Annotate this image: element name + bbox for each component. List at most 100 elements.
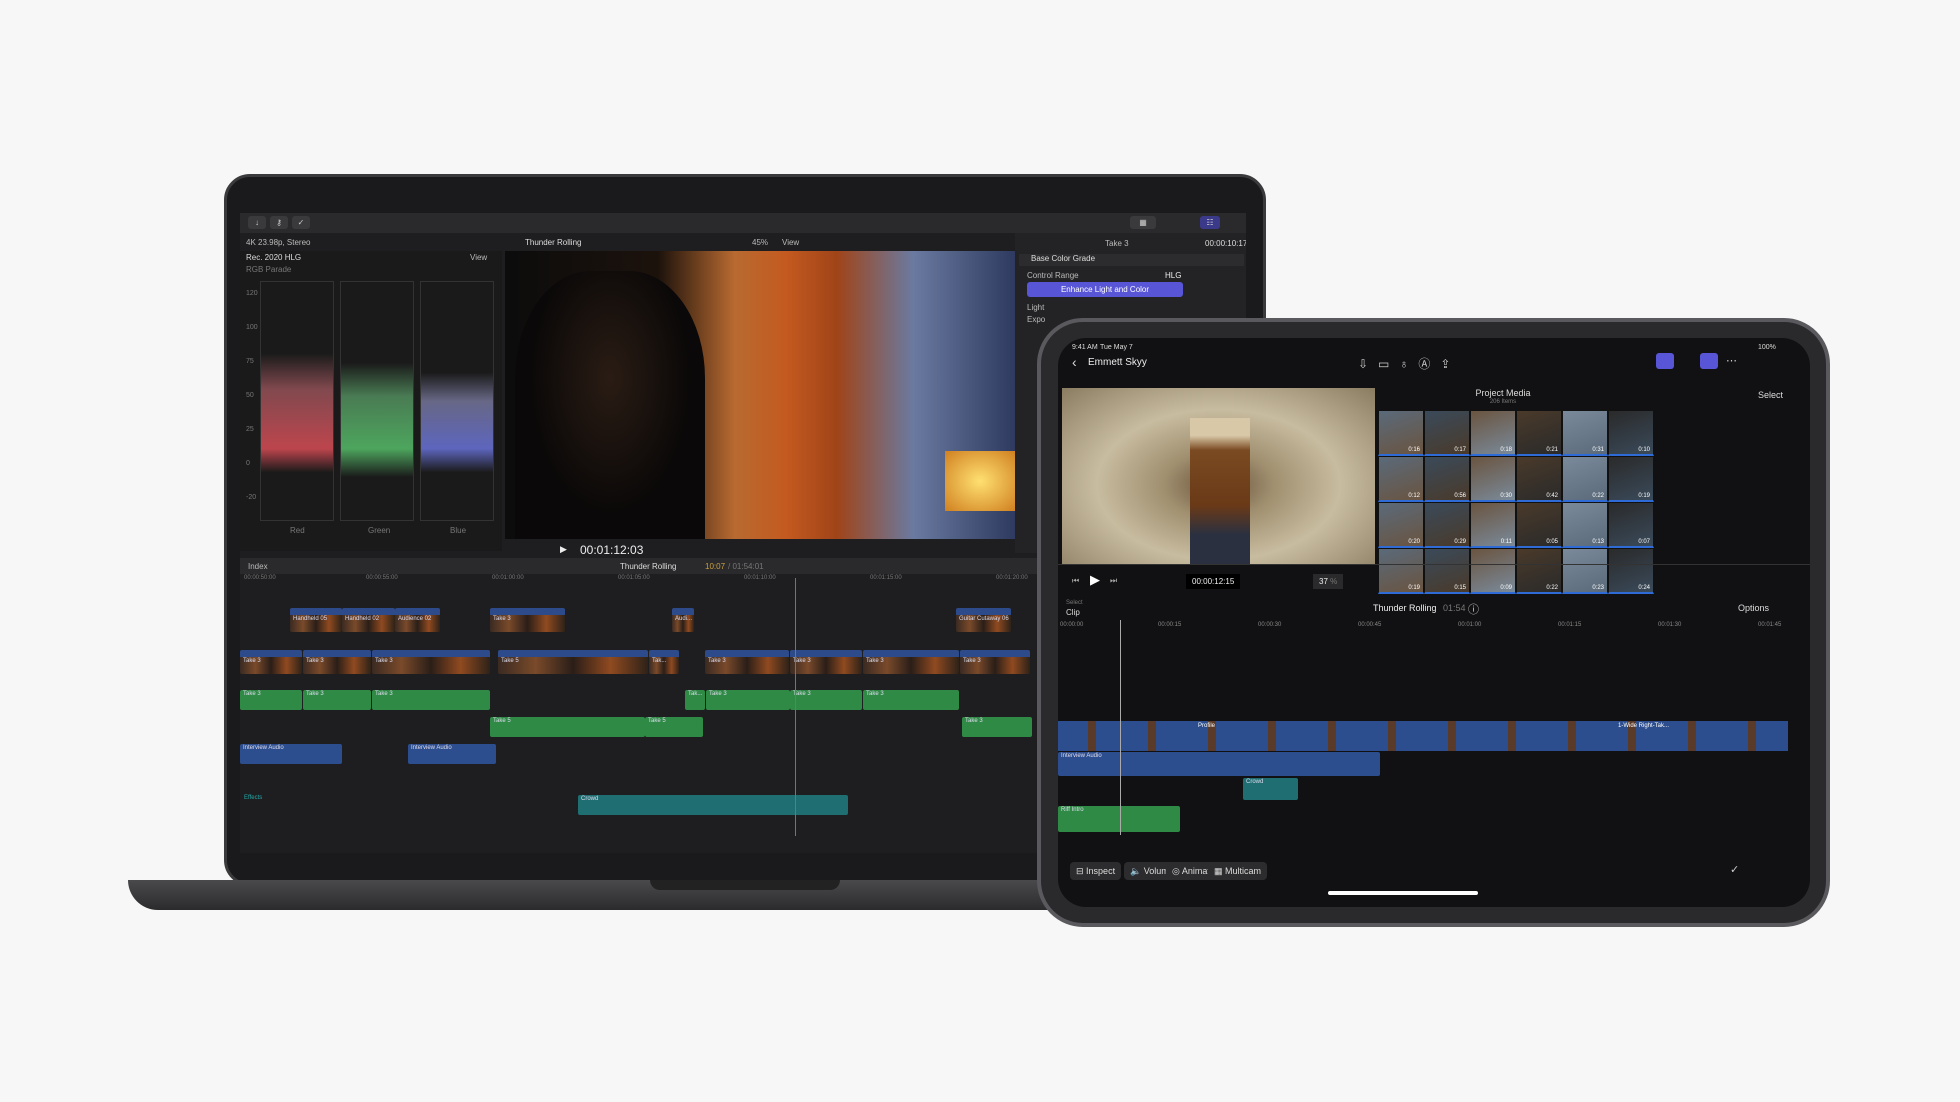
media-thumbnail[interactable]: 0:09 [1470, 548, 1516, 594]
green-label: Green [368, 526, 391, 535]
control-range-label: Control Range [1027, 271, 1079, 280]
playhead[interactable] [795, 578, 796, 836]
audio-clip[interactable]: Take 5 [490, 717, 645, 737]
audio-clip[interactable]: Take 3 [790, 690, 862, 710]
media-thumbnail[interactable]: 0:22 [1516, 548, 1562, 594]
ipad-primary-storyline[interactable]: Profile 1-Wide Right-Tak... [1058, 721, 1788, 751]
media-thumbnail[interactable]: 0:22 [1562, 456, 1608, 502]
layout-icon[interactable]: ▦ [1130, 216, 1156, 229]
import-record-voiceover-share-icons[interactable]: ⇩▭♁Ⓐ⇪ [1358, 355, 1460, 372]
previous-frame-icon[interactable]: ⏮ [1072, 576, 1079, 586]
primary-clip[interactable]: Take 3 [372, 650, 490, 674]
browser-title: Project Media [1475, 388, 1531, 398]
ipad-riff-intro-clip[interactable]: Riff Intro [1058, 806, 1180, 832]
connected-clip[interactable]: Guitar Cutaway 06 [956, 608, 1011, 632]
scopes-panel: Rec. 2020 HLG View RGB Parade 120 100 75 50… [240, 251, 502, 551]
interview-audio-clip[interactable]: Interview Audio [240, 744, 342, 764]
inspect-button[interactable]: ⊟ Inspect [1070, 862, 1122, 880]
crowd-clip[interactable]: Crowd [578, 795, 848, 815]
primary-clip[interactable]: Take 3 [240, 650, 302, 674]
info-icon[interactable]: ⓘ [1468, 601, 1479, 617]
checkmark-icon[interactable]: ✓ [1730, 863, 1739, 876]
zoom-menu[interactable]: 45% [752, 238, 768, 247]
next-frame-icon[interactable]: ⏭ [1110, 576, 1117, 586]
red-channel-scope [260, 281, 334, 521]
audio-clip[interactable]: Take 3 [863, 690, 959, 710]
media-thumbnail[interactable]: 0:56 [1424, 456, 1470, 502]
media-thumbnail[interactable]: 0:30 [1470, 456, 1516, 502]
interview-audio-clip[interactable]: Interview Audio [408, 744, 496, 764]
media-thumbnail[interactable]: 0:21 [1516, 410, 1562, 456]
viewer-zoom[interactable]: 37 % [1313, 574, 1344, 589]
green-channel-scope [340, 281, 414, 521]
media-thumbnail[interactable]: 0:24 [1608, 548, 1654, 594]
media-thumbnail[interactable]: 0:07 [1608, 502, 1654, 548]
connected-clip[interactable]: Take 3 [490, 608, 565, 632]
primary-clip[interactable]: Take 3 [863, 650, 959, 674]
media-thumbnail[interactable]: 0:31 [1562, 410, 1608, 456]
keyword-icon[interactable]: ⚷ [270, 216, 288, 229]
control-range-select[interactable]: HLG [1165, 271, 1181, 280]
audio-clip[interactable]: Take 5 [645, 717, 703, 737]
view-menu[interactable]: View [782, 238, 799, 247]
ipad-interview-audio-clip[interactable]: Interview Audio [1058, 752, 1380, 776]
timeline-position: 10:07 [705, 562, 726, 571]
connected-clip[interactable]: Audi... [672, 608, 694, 632]
ipad-crowd-clip[interactable]: Crowd [1243, 778, 1298, 800]
primary-clip[interactable]: Take 5 [498, 650, 648, 674]
timeline-project-menu[interactable]: Thunder Rolling [620, 562, 676, 571]
select-button[interactable]: Select [1758, 390, 1783, 400]
connected-clip[interactable]: Handheld 05 [290, 608, 342, 632]
ipad-playhead[interactable] [1120, 620, 1121, 835]
video-viewer[interactable] [505, 251, 1015, 539]
connected-clip[interactable]: Audience 02 [395, 608, 440, 632]
status-date: Tue May 7 [1100, 344, 1133, 351]
enhance-light-and-color-button[interactable]: Enhance Light and Color [1027, 282, 1183, 297]
primary-clip[interactable]: Take 3 [705, 650, 789, 674]
audio-clip[interactable]: Take 3 [962, 717, 1032, 737]
media-thumbnail[interactable]: 0:10 [1608, 410, 1654, 456]
media-thumbnail[interactable]: 0:20 [1378, 502, 1424, 548]
scopes-view-menu[interactable]: View [470, 253, 487, 262]
more-icon[interactable]: ⋯ [1726, 354, 1737, 367]
media-thumbnail[interactable]: 0:13 [1562, 502, 1608, 548]
photos-browser-icon[interactable] [1656, 353, 1674, 369]
audio-clip[interactable]: Take 3 [706, 690, 790, 710]
project-title: Thunder Rolling [525, 238, 582, 247]
checkmark-icon[interactable]: ✓ [292, 216, 310, 229]
options-menu[interactable]: Options [1738, 603, 1769, 613]
ipad-video-viewer[interactable] [1062, 388, 1375, 564]
media-thumbnail[interactable]: 0:05 [1516, 502, 1562, 548]
audio-clip[interactable]: Take 3 [240, 690, 302, 710]
audio-clip[interactable]: Take 3 [372, 690, 490, 710]
media-thumbnail[interactable]: 0:18 [1470, 410, 1516, 456]
index-button[interactable]: Index [248, 562, 268, 571]
primary-clip[interactable]: Tak... [649, 650, 679, 674]
connected-clip[interactable]: Handheld 02 [342, 608, 395, 632]
base-color-grade-checkbox[interactable]: Base Color Grade [1019, 254, 1244, 266]
select-mode-menu[interactable]: Clip [1066, 608, 1080, 617]
inspector-icon[interactable] [1700, 353, 1718, 369]
media-thumbnail[interactable]: 0:42 [1516, 456, 1562, 502]
media-thumbnail[interactable]: 0:12 [1378, 456, 1424, 502]
media-thumbnail[interactable]: 0:16 [1378, 410, 1424, 456]
import-icon[interactable]: ↓ [248, 216, 266, 229]
media-thumbnail[interactable]: 0:15 [1424, 548, 1470, 594]
inspector-toggle-icon[interactable]: ☷ [1200, 216, 1220, 229]
play-button[interactable]: ▶ [560, 544, 567, 555]
media-thumbnail[interactable]: 0:17 [1424, 410, 1470, 456]
media-thumbnail[interactable]: 0:19 [1378, 548, 1424, 594]
back-icon[interactable]: ‹ [1072, 354, 1077, 370]
multicam-button[interactable]: ▦ Multicam [1208, 862, 1268, 880]
primary-clip[interactable]: Take 3 [790, 650, 862, 674]
media-thumbnail[interactable]: 0:23 [1562, 548, 1608, 594]
timeline-project-title: Thunder Rolling [1373, 603, 1437, 613]
media-thumbnail[interactable]: 0:11 [1470, 502, 1516, 548]
primary-clip[interactable]: Take 3 [960, 650, 1030, 674]
audio-clip[interactable]: Take 3 [303, 690, 371, 710]
primary-clip[interactable]: Take 3 [303, 650, 371, 674]
audio-clip[interactable]: Tak... [685, 690, 705, 710]
play-button[interactable]: ▶ [1090, 572, 1100, 588]
media-thumbnail[interactable]: 0:19 [1608, 456, 1654, 502]
media-thumbnail[interactable]: 0:29 [1424, 502, 1470, 548]
